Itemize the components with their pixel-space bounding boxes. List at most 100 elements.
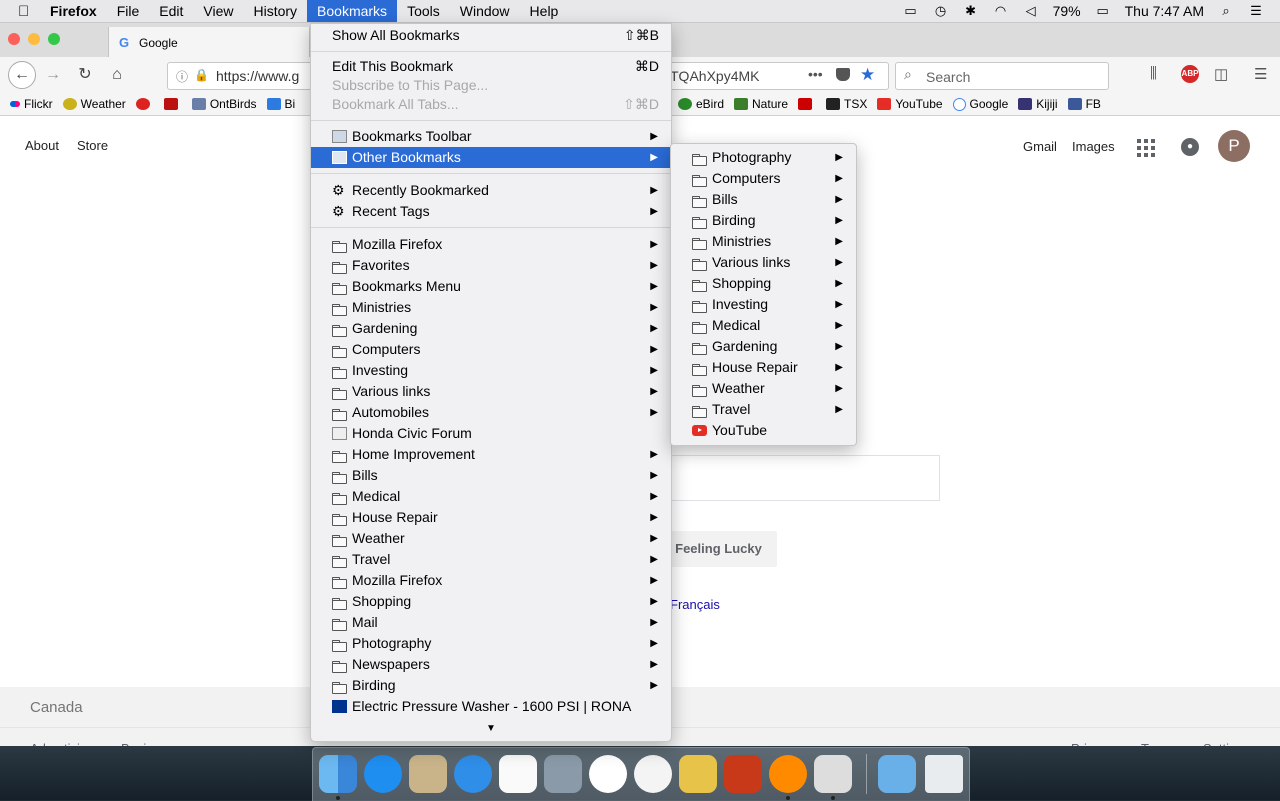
info-icon[interactable]: ⓘ [176,68,188,85]
bookmark-flickr[interactable]: Flickr [10,97,53,111]
notifications-bell-icon[interactable]: ● [1181,138,1199,156]
safari-icon[interactable] [454,755,492,793]
menu-folder-item[interactable]: Various links ▶ [311,381,671,402]
sidebar-icon[interactable]: ◫ [1214,65,1228,83]
menu-bookmarks-toolbar[interactable]: Bookmarks Toolbar ▶ [311,126,671,147]
gmail-link[interactable]: Gmail [1023,139,1057,154]
clock[interactable]: Thu 7:47 AM [1125,3,1204,19]
airplay-icon[interactable]: ▭ [903,4,919,18]
submenu-item[interactable]: Various links ▶ [671,252,856,273]
bookmark-youtube[interactable]: YouTube [877,97,943,111]
menu-history[interactable]: History [243,0,307,22]
back-button[interactable]: ← [8,61,36,89]
menu-folder-item[interactable]: Shopping ▶ [311,591,671,612]
bookmark-cibc[interactable] [163,98,182,110]
menu-folder-item[interactable]: Mail ▶ [311,612,671,633]
bookmark-bi[interactable]: Bi [266,97,295,111]
library-icon[interactable]: ⫼ [1150,65,1157,82]
submenu-item[interactable]: Photography ▶ [671,147,856,168]
menu-folder-item[interactable]: Bookmarks Menu ▶ [311,276,671,297]
ccleaner-icon[interactable] [724,755,762,793]
bluetooth-icon[interactable]: ✱ [963,4,979,18]
firefox-icon[interactable] [769,755,807,793]
submenu-item[interactable]: Shopping ▶ [671,273,856,294]
bookmark-weather[interactable]: Weather [62,97,126,111]
store-link[interactable]: Store [77,138,108,153]
menu-window[interactable]: Window [450,0,520,22]
reload-button[interactable]: ↻ [74,64,96,86]
finder-icon[interactable] [319,755,357,793]
adblock-plus-icon[interactable]: ABP [1181,65,1199,83]
menu-file[interactable]: File [107,0,150,22]
menu-tools[interactable]: Tools [397,0,450,22]
submenu-item[interactable]: Medical ▶ [671,315,856,336]
battery-icon[interactable]: ▭ [1095,4,1111,18]
menu-folder-item[interactable]: Home Improvement ▶ [311,444,671,465]
submenu-item[interactable]: YouTube [671,420,856,441]
menu-folder-item[interactable]: Investing ▶ [311,360,671,381]
pocket-icon[interactable] [836,68,850,81]
apple-icon[interactable]:  [18,3,40,20]
battery-percent[interactable]: 79% [1053,3,1081,19]
menu-firefox[interactable]: Firefox [40,0,107,22]
menu-folder-item[interactable]: Bills ▶ [311,465,671,486]
avatar[interactable]: P [1218,130,1250,162]
search-bar[interactable]: ⌕ Search [895,62,1109,90]
bookmark-nature[interactable]: Nature [734,97,788,111]
menu-folder-item[interactable]: Medical ▶ [311,486,671,507]
volume-icon[interactable]: ◁ [1023,4,1039,18]
francais-link[interactable]: Français [670,597,720,612]
menu-folder-item[interactable]: Automobiles ▶ [311,402,671,423]
applications-folder-icon[interactable] [878,755,916,793]
images-link[interactable]: Images [1072,139,1115,154]
photos-icon[interactable] [634,755,672,793]
menu-folder-item[interactable]: Newspapers ▶ [311,654,671,675]
menu-other-bookmarks[interactable]: Other Bookmarks ▶ [311,147,671,168]
preview-icon[interactable] [544,755,582,793]
menu-folder-item[interactable]: House Repair ▶ [311,507,671,528]
lock-icon[interactable]: 🔒 [194,68,209,82]
app-store-icon[interactable] [364,755,402,793]
menu-recently-bookmarked[interactable]: ⚙ Recently Bookmarked ▶ [311,180,671,201]
menu-folder-item[interactable]: Computers ▶ [311,339,671,360]
bookmark-scotia[interactable] [135,98,154,110]
image-editor-icon[interactable] [679,755,717,793]
menu-folder-item[interactable]: Gardening ▶ [311,318,671,339]
menu-folder-item[interactable]: Mozilla Firefox ▶ [311,570,671,591]
menu-folder-item[interactable]: Ministries ▶ [311,297,671,318]
minimize-window-button[interactable] [28,33,40,45]
submenu-item[interactable]: House Repair ▶ [671,357,856,378]
menu-help[interactable]: Help [520,0,569,22]
home-button[interactable]: ⌂ [106,64,128,86]
menu-folder-item[interactable]: Weather ▶ [311,528,671,549]
bookmark-ontbirds[interactable]: OntBirds [191,97,257,111]
submenu-item[interactable]: Birding ▶ [671,210,856,231]
menu-view[interactable]: View [193,0,243,22]
menu-edit-this-bookmark[interactable]: Edit This Bookmark ⌘D [311,56,671,77]
about-link[interactable]: About [25,138,59,153]
submenu-item[interactable]: Bills ▶ [671,189,856,210]
menu-bookmarks[interactable]: Bookmarks [307,0,398,22]
submenu-item[interactable]: Gardening ▶ [671,336,856,357]
notification-center-icon[interactable]: ☰ [1248,4,1264,18]
forward-button[interactable]: → [42,64,64,86]
wifi-icon[interactable]: ◠ [993,4,1009,18]
menu-folder-item[interactable]: Honda Civic Forum [311,423,671,444]
submenu-item[interactable]: Ministries ▶ [671,231,856,252]
menu-folder-item[interactable]: Travel ▶ [311,549,671,570]
zoom-window-button[interactable] [48,33,60,45]
feeling-lucky-button[interactable]: Feeling Lucky [660,531,777,567]
page-actions-icon[interactable]: ••• [808,66,823,82]
menu-show-all-bookmarks[interactable]: Show All Bookmarks ⇧⌘B [311,25,671,46]
bookmark-kijiji[interactable]: Kijiji [1018,97,1058,111]
calendar-icon[interactable] [499,755,537,793]
menu-folder-item[interactable]: Favorites ▶ [311,255,671,276]
submenu-item[interactable]: Investing ▶ [671,294,856,315]
scroll-down-arrow-icon[interactable]: ▼ [486,723,496,734]
submenu-item[interactable]: Travel ▶ [671,399,856,420]
menu-edit[interactable]: Edit [149,0,193,22]
trash-icon[interactable] [925,755,963,793]
bookmark-fb[interactable]: FB [1067,97,1101,111]
menu-folder-item[interactable]: Birding ▶ [311,675,671,696]
bookmark-tsx[interactable]: TSX [826,97,867,111]
